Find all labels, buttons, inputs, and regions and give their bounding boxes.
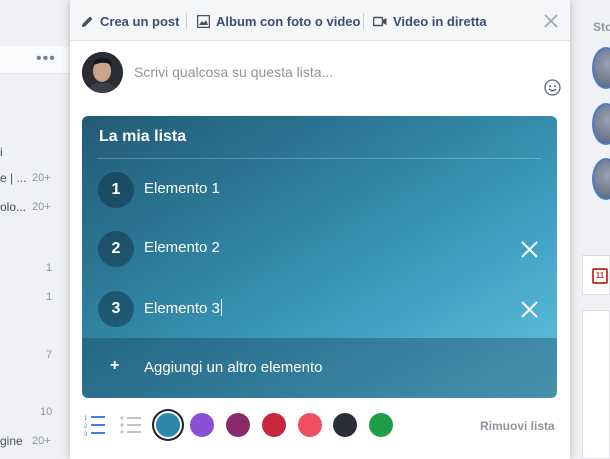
smiley-icon[interactable] — [544, 79, 561, 96]
tab-photo-video-album[interactable]: Album con foto o video — [197, 14, 360, 29]
numbered-list-icon[interactable]: 1 2 3 — [84, 413, 106, 437]
list-item-text: Elemento 3 — [144, 300, 220, 317]
list-item-input[interactable]: Elemento 2 — [144, 239, 220, 256]
remove-item-icon[interactable] — [521, 241, 538, 258]
list-item: 1 Elemento 1 — [82, 160, 557, 220]
create-post-dialog: Crea un post Album con foto o video Vide… — [70, 0, 570, 459]
list-item: 3 Elemento 3 — [82, 279, 557, 339]
calendar-icon: 11 — [592, 268, 608, 284]
background-count: 1 — [46, 262, 53, 274]
avatar — [82, 52, 123, 93]
svg-text:3: 3 — [84, 432, 88, 437]
tab-label: Video in diretta — [393, 14, 487, 29]
post-text-input[interactable]: Scrivi qualcosa su questa lista... — [134, 64, 333, 80]
add-item-label: Aggiungi un altro elemento — [144, 359, 323, 376]
close-icon[interactable] — [544, 14, 558, 28]
tab-label: Album con foto o video — [216, 14, 361, 29]
background-count: 20+ — [32, 201, 51, 213]
background-count: 1 — [46, 291, 53, 303]
list-item-input[interactable]: Elemento 1 — [144, 180, 220, 197]
list-card: La mia lista 1 Elemento 1 2 Elemento 2 3… — [82, 116, 557, 398]
color-swatch-dark[interactable] — [333, 413, 357, 437]
svg-text:2: 2 — [84, 424, 88, 430]
color-swatch-teal[interactable] — [156, 413, 180, 437]
tab-create-post[interactable]: Crea un post — [81, 14, 179, 29]
background-count: 20+ — [32, 172, 51, 184]
tab-divider — [363, 13, 364, 29]
remove-list-button[interactable]: Rimuovi lista — [480, 419, 555, 433]
color-swatch-plum[interactable] — [226, 413, 250, 437]
stories-title: Sto — [593, 20, 610, 34]
remove-item-icon[interactable] — [521, 301, 538, 318]
item-number: 3 — [98, 291, 134, 327]
background-count: 10 — [40, 406, 53, 418]
background-count: 20+ — [32, 435, 51, 447]
tab-label: Crea un post — [100, 14, 180, 29]
video-camera-icon — [373, 16, 387, 27]
svg-text:1: 1 — [84, 416, 88, 422]
background-search-bar — [0, 46, 70, 74]
item-number: 2 — [98, 231, 134, 267]
add-item-button[interactable]: + Aggiungi un altro elemento — [82, 338, 557, 398]
plus-icon: + — [110, 357, 120, 374]
tab-live-video[interactable]: Video in diretta — [373, 14, 487, 29]
background-left-column: ••• i e | ... olo... gine 20+ 20+ 1 1 7 … — [0, 0, 70, 459]
list-title[interactable]: La mia lista — [99, 128, 186, 146]
list-item: 2 Elemento 2 — [82, 219, 557, 279]
text-cursor — [220, 299, 222, 316]
color-swatch-red[interactable] — [262, 413, 286, 437]
composer-tabs: Crea un post Album con foto o video Vide… — [70, 0, 570, 41]
background-text: e | ... — [0, 171, 27, 185]
tab-divider — [186, 13, 187, 29]
color-swatch-coral[interactable] — [298, 413, 322, 437]
background-text: i — [0, 145, 3, 159]
photo-album-icon — [197, 15, 210, 28]
list-item-input-active[interactable]: Elemento 3 — [144, 299, 222, 317]
item-number: 1 — [98, 172, 134, 208]
color-swatch-green[interactable] — [369, 413, 393, 437]
background-count: 7 — [46, 349, 53, 361]
background-text: olo... — [0, 200, 27, 214]
divider — [97, 158, 541, 159]
list-style-toolbar: 1 2 3 Rimuovi lista — [70, 405, 570, 445]
more-options-icon: ••• — [36, 50, 56, 67]
pencil-icon — [82, 16, 93, 27]
bullet-list-icon[interactable] — [120, 413, 142, 437]
color-swatch-purple[interactable] — [190, 413, 214, 437]
background-text: gine — [0, 434, 23, 448]
background-card — [582, 310, 610, 459]
composer-body: Scrivi qualcosa su questa lista... — [70, 42, 570, 108]
